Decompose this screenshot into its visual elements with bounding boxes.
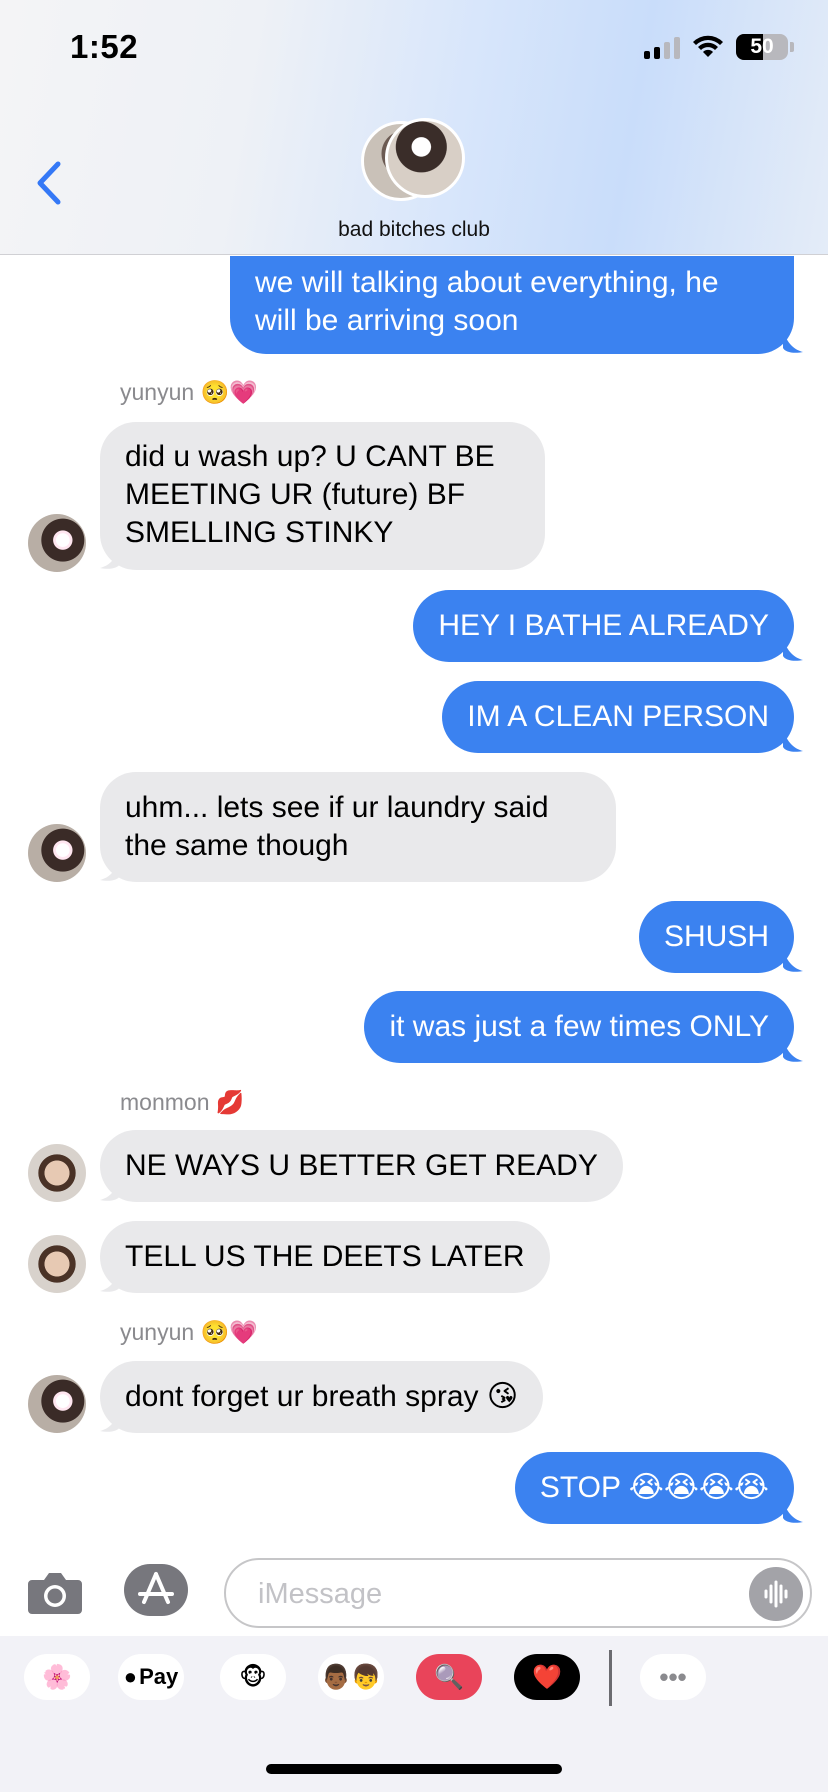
message-input-placeholder: iMessage (258, 1578, 383, 1610)
incoming-message[interactable]: did u wash up? U CANT BE MEETING UR (fut… (100, 422, 545, 570)
cellular-signal-icon (644, 35, 680, 59)
message-text: TELL US THE DEETS LATER (125, 1240, 525, 1273)
incoming-message[interactable]: uhm... lets see if ur laundry said the s… (100, 772, 616, 882)
avatar[interactable] (28, 1235, 86, 1293)
drawer-divider (609, 1650, 612, 1706)
bubble-tail (783, 638, 803, 661)
battery-percent: 50 (750, 35, 774, 58)
message-line: uhm... lets see if ur laundry said (125, 791, 549, 824)
message-text: it was just a few times ONLY (389, 1010, 769, 1043)
message-text: IM A CLEAN PERSON (467, 700, 769, 733)
message-line: MEETING UR (future) BF (125, 478, 466, 511)
group-name[interactable]: bad bitches club (0, 218, 828, 242)
incoming-message[interactable]: dont forget ur breath spray 😘 (100, 1361, 544, 1433)
home-indicator[interactable] (266, 1764, 562, 1774)
message-text: STOP 😭😭😭😭 (539, 1471, 769, 1504)
message-input[interactable]: iMessage (224, 1558, 812, 1628)
bubble-tail (100, 1269, 120, 1292)
member-avatar (385, 118, 465, 198)
avatar[interactable] (28, 1375, 86, 1433)
incoming-message[interactable]: TELL US THE DEETS LATER (100, 1221, 550, 1293)
message-line: will be arriving soon (255, 304, 519, 337)
sender-name: monmon 💋 (120, 1089, 245, 1115)
digital-touch-app[interactable]: ❤️ (514, 1654, 580, 1700)
battery-tip (790, 42, 794, 52)
app-store-icon (138, 1572, 174, 1604)
app-store-button[interactable] (124, 1564, 188, 1616)
animoji-app[interactable]: 🐵 (220, 1654, 286, 1700)
animoji-icon: 🐵 (239, 1663, 267, 1691)
outgoing-message[interactable]: SHUSH (638, 901, 794, 973)
outgoing-message[interactable]: IM A CLEAN PERSON (442, 681, 794, 753)
apple-pay-app[interactable]: ● Pay (118, 1654, 184, 1700)
status-icons: 50 (644, 34, 794, 60)
compose-bar: iMessage (0, 1548, 828, 1636)
outgoing-message[interactable]: STOP 😭😭😭😭 (514, 1452, 794, 1524)
message-text: SHUSH (663, 920, 769, 953)
back-chevron-icon[interactable] (30, 160, 70, 206)
digital-touch-icon: ❤️ (532, 1663, 562, 1691)
memoji-app[interactable]: 👨🏾👦 (318, 1654, 384, 1700)
images-search-app[interactable]: 🔍 (416, 1654, 482, 1700)
waveform-icon (764, 1580, 788, 1608)
message-text: NE WAYS U BETTER GET READY (125, 1149, 598, 1182)
bubble-tail (100, 858, 120, 881)
sender-name: yunyun 🥺💗 (120, 379, 258, 405)
more-icon: ••• (659, 1661, 687, 1692)
memoji-icon: 👨🏾👦 (321, 1663, 381, 1691)
avatar[interactable] (28, 514, 86, 572)
message-line: we will talking about everything, he (255, 266, 719, 299)
camera-icon[interactable] (26, 1568, 84, 1616)
bubble-tail (100, 1178, 120, 1201)
group-avatar[interactable] (361, 118, 467, 204)
message-line: SMELLING STINKY (125, 516, 394, 549)
sender-name: yunyun 🥺💗 (120, 1319, 258, 1345)
message-text: dont forget ur breath spray 😘 (125, 1380, 519, 1413)
conversation-header: 1:52 50 bad bitches club (0, 0, 828, 255)
photos-icon: 🌸 (42, 1663, 72, 1691)
message-line: the same though (125, 829, 349, 862)
message-text: HEY I BATHE ALREADY (438, 609, 769, 642)
audio-message-button[interactable] (749, 1567, 803, 1621)
incoming-message[interactable]: NE WAYS U BETTER GET READY (100, 1130, 623, 1202)
avatar[interactable] (28, 824, 86, 882)
apple-pay-icon: ● (123, 1664, 138, 1689)
images-search-icon: 🔍 (434, 1663, 464, 1691)
bubble-tail (100, 1409, 120, 1432)
message-line: did u wash up? U CANT BE (125, 440, 495, 473)
battery-icon: 50 (736, 34, 788, 60)
wifi-icon (693, 35, 723, 57)
outgoing-message[interactable]: we will talking about everything, he wil… (230, 256, 794, 354)
more-apps-button[interactable]: ••• (640, 1654, 706, 1700)
avatar[interactable] (28, 1144, 86, 1202)
bubble-tail (100, 546, 120, 569)
bubble-tail (783, 729, 803, 752)
photos-app[interactable]: 🌸 (24, 1654, 90, 1700)
bubble-tail (783, 1039, 803, 1062)
bubble-tail (783, 330, 803, 353)
bubble-tail (783, 949, 803, 972)
apple-pay-label: Pay (139, 1664, 179, 1689)
bubble-tail (783, 1500, 803, 1523)
outgoing-message[interactable]: it was just a few times ONLY (364, 991, 794, 1063)
outgoing-message[interactable]: HEY I BATHE ALREADY (413, 590, 794, 662)
status-time: 1:52 (70, 28, 139, 65)
